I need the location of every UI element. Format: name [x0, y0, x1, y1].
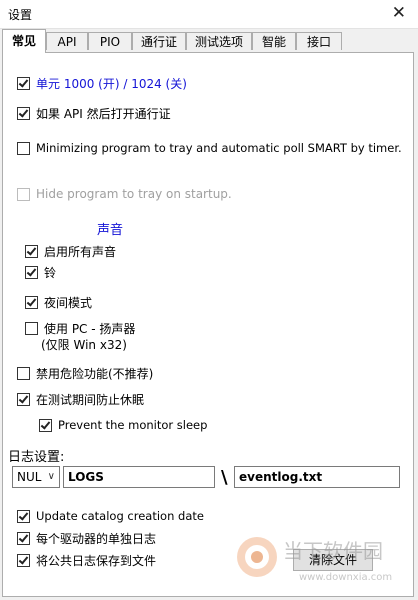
- settings-panel: 单元 1000 (开) / 1024 (关) 如果 API 然后打开通行证 Mi…: [2, 52, 414, 597]
- tab-pass[interactable]: 通行证: [132, 32, 186, 50]
- update-catalog-label: Update catalog creation date: [36, 509, 204, 523]
- tab-api[interactable]: API: [46, 32, 88, 50]
- enable-all-sounds-checkbox[interactable]: [25, 245, 38, 258]
- tab-smart[interactable]: 智能: [252, 32, 296, 50]
- pc-speaker-checkbox[interactable]: [25, 322, 38, 335]
- prevent-sleep-checkbox[interactable]: [17, 393, 30, 406]
- prevent-sleep-label: 在测试期间防止休眠: [36, 393, 145, 407]
- title-bar: 设置 ✕: [0, 0, 418, 29]
- log-device-select[interactable]: NUL ∨: [12, 466, 60, 488]
- tab-general[interactable]: 常见: [2, 29, 46, 53]
- api-pass-option[interactable]: 如果 API 然后打开通行证: [17, 105, 171, 122]
- public-log-checkbox[interactable]: [17, 554, 30, 567]
- api-pass-label: 如果 API 然后打开通行证: [36, 107, 171, 121]
- pc-speaker-option[interactable]: 使用 PC - 扬声器: [25, 320, 135, 337]
- tab-bar: 常见 API PIO 通行证 测试选项 智能 接口: [2, 29, 416, 53]
- unit-checkbox[interactable]: [17, 77, 30, 90]
- update-catalog-checkbox[interactable]: [17, 509, 30, 523]
- minimize-tray-checkbox[interactable]: [17, 141, 30, 155]
- bell-checkbox[interactable]: [25, 266, 38, 279]
- tab-pio[interactable]: PIO: [88, 32, 132, 50]
- log-settings-label: 日志设置:: [8, 450, 65, 465]
- watermark-url: www.downxia.com: [299, 572, 392, 583]
- per-drive-log-label: 每个驱动器的单独日志: [36, 532, 157, 546]
- prevent-monitor-checkbox[interactable]: [39, 418, 52, 432]
- night-mode-checkbox[interactable]: [25, 296, 38, 309]
- disable-dangerous-checkbox[interactable]: [17, 367, 30, 380]
- bell-label: 铃: [44, 266, 57, 280]
- minimize-tray-label: Minimizing program to tray and automatic…: [36, 141, 402, 155]
- watermark-logo: 当下软件园 www.downxia.com: [237, 537, 392, 583]
- chevron-down-icon: ∨: [47, 471, 55, 482]
- prevent-sleep-option[interactable]: 在测试期间防止休眠: [17, 391, 144, 408]
- enable-all-sounds-label: 启用所有声音: [44, 245, 117, 259]
- tab-interface[interactable]: 接口: [296, 32, 342, 50]
- log-file-field[interactable]: eventlog.txt: [234, 466, 400, 488]
- close-icon[interactable]: ✕: [392, 3, 406, 23]
- prevent-monitor-label: Prevent the monitor sleep: [58, 418, 208, 432]
- log-folder-field[interactable]: LOGS: [63, 466, 215, 488]
- per-drive-log-checkbox[interactable]: [17, 532, 30, 545]
- disable-dangerous-label: 禁用危险功能(不推荐): [36, 367, 154, 381]
- unit-label: 单元 1000 (开) / 1024 (关): [36, 77, 187, 91]
- per-drive-log-option[interactable]: 每个驱动器的单独日志: [17, 530, 156, 547]
- window-title: 设置: [8, 8, 33, 22]
- tab-test-options[interactable]: 测试选项: [186, 32, 252, 50]
- pc-speaker-sublabel: (仅限 Win x32): [41, 338, 127, 352]
- public-log-option[interactable]: 将公共日志保存到文件: [17, 552, 156, 569]
- night-mode-option[interactable]: 夜间模式: [25, 294, 92, 311]
- night-mode-label: 夜间模式: [44, 296, 93, 310]
- api-pass-checkbox[interactable]: [17, 107, 30, 120]
- log-device-value: NUL: [17, 470, 42, 484]
- path-separator: \: [221, 467, 228, 488]
- minimize-tray-option[interactable]: Minimizing program to tray and automatic…: [17, 141, 402, 155]
- public-log-label: 将公共日志保存到文件: [36, 554, 157, 568]
- update-catalog-option[interactable]: Update catalog creation date: [17, 509, 204, 523]
- bell-option[interactable]: 铃: [25, 264, 56, 281]
- pc-speaker-label: 使用 PC - 扬声器: [44, 322, 136, 336]
- enable-all-sounds-option[interactable]: 启用所有声音: [25, 243, 116, 260]
- hide-startup-option: Hide program to tray on startup.: [17, 187, 232, 201]
- unit-option[interactable]: 单元 1000 (开) / 1024 (关): [17, 75, 187, 92]
- hide-startup-checkbox: [17, 187, 30, 201]
- watermark-text: 当下软件园: [283, 539, 383, 563]
- sound-section-label: 声音: [97, 223, 124, 238]
- disable-dangerous-option[interactable]: 禁用危险功能(不推荐): [17, 365, 153, 382]
- hide-startup-label: Hide program to tray on startup.: [36, 187, 232, 201]
- prevent-monitor-option[interactable]: Prevent the monitor sleep: [39, 418, 207, 432]
